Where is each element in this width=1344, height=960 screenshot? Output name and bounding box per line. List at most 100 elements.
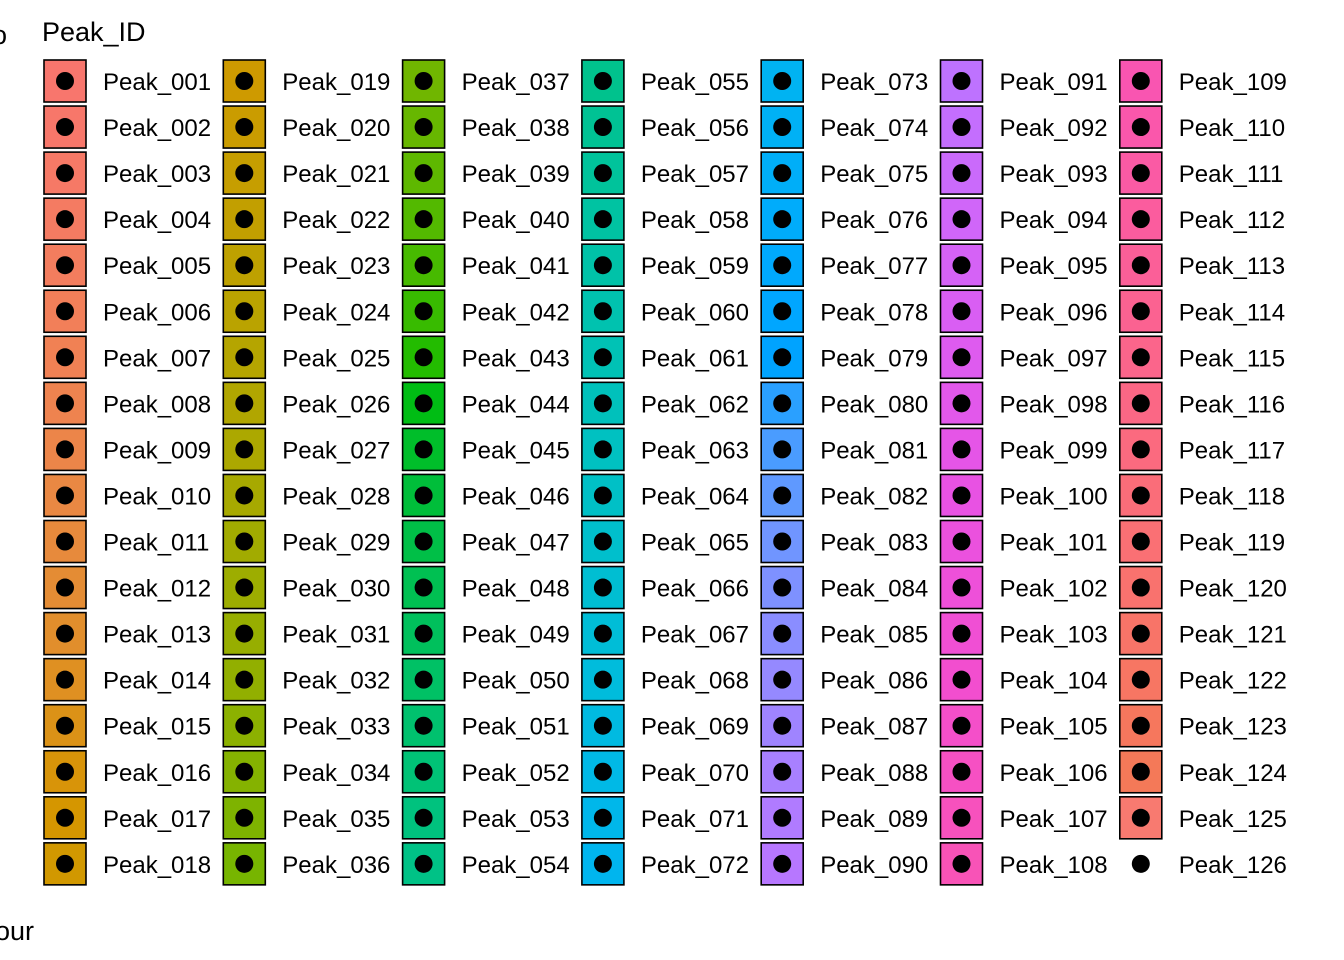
- legend-key-point: [414, 486, 433, 505]
- legend-key-point: [1131, 256, 1150, 275]
- legend-label: Peak_117: [1179, 437, 1285, 464]
- legend-key-point: [773, 624, 792, 643]
- legend-entry: Peak_049: [401, 611, 570, 656]
- legend-entry: Peak_068: [581, 657, 749, 702]
- legend-label: Peak_013: [103, 622, 211, 649]
- legend-key-point: [235, 72, 254, 90]
- legend-label: Peak_018: [103, 852, 211, 879]
- legend-key-point: [1131, 348, 1150, 367]
- legend-label: Peak_064: [641, 483, 749, 510]
- legend-label: Peak_012: [103, 576, 211, 603]
- legend-key-point: [1131, 118, 1150, 137]
- legend-entry: Peak_077: [760, 243, 928, 287]
- legend-key-point: [593, 394, 612, 413]
- legend-key-point: [56, 670, 74, 689]
- legend-key-point: [593, 118, 612, 137]
- legend-keys: Peak_001 Peak_002 Peak_003 Peak_004 Peak_005…: [43, 59, 1287, 886]
- legend-label: Peak_096: [1000, 299, 1108, 326]
- legend-entry: Peak_051: [401, 703, 570, 748]
- legend-entry: Peak_093: [939, 151, 1108, 195]
- legend-key-point: [773, 440, 792, 459]
- legend-key-point: [952, 854, 971, 873]
- legend-label: Peak_126: [1179, 852, 1287, 879]
- legend-key-point: [414, 808, 433, 827]
- legend-label: Peak_014: [103, 668, 211, 695]
- legend-key-point: [1131, 532, 1150, 551]
- legend-label: Peak_024: [282, 299, 390, 326]
- legend-key-point: [414, 854, 433, 873]
- legend-label: Peak_076: [820, 207, 928, 234]
- legend-entry: Peak_105: [939, 703, 1108, 748]
- legend-key-point: [593, 486, 612, 505]
- legend-entry: Peak_125: [1119, 795, 1287, 840]
- legend-label: Peak_028: [282, 483, 390, 510]
- legend-label: Peak_019: [282, 69, 390, 96]
- legend-entry: Peak_107: [939, 795, 1108, 840]
- legend-label: Peak_026: [282, 391, 390, 418]
- legend-label: Peak_004: [103, 207, 211, 234]
- legend-entry: Peak_010: [43, 473, 211, 518]
- legend-label: Peak_124: [1179, 760, 1287, 787]
- legend-entry: Peak_084: [760, 565, 928, 610]
- legend-label: Peak_011: [103, 530, 209, 557]
- legend-label: Peak_092: [1000, 115, 1108, 142]
- legend-entry: Peak_039: [401, 151, 570, 195]
- legend-key-point: [773, 164, 792, 183]
- legend-label: Peak_052: [462, 760, 570, 787]
- legend-entry: Peak_003: [43, 151, 211, 195]
- legend-key-point: [773, 72, 792, 90]
- legend-key-point: [1131, 486, 1150, 505]
- legend-label: Peak_114: [1179, 299, 1285, 326]
- legend-entry: Peak_120: [1119, 565, 1287, 610]
- legend-entry: Peak_081: [760, 427, 928, 472]
- legend-key-point: [593, 762, 612, 781]
- legend-label: Peak_020: [282, 115, 390, 142]
- legend-key-point: [56, 578, 74, 597]
- legend-key-point: [593, 532, 612, 551]
- legend-label: Peak_066: [641, 576, 749, 603]
- legend-label: Peak_106: [1000, 760, 1108, 787]
- legend-entry: Peak_014: [43, 657, 211, 702]
- legend-key-point: [952, 348, 971, 367]
- legend-entry: Peak_001: [43, 59, 211, 103]
- legend-entry: Peak_079: [760, 335, 928, 380]
- legend-key-point: [952, 624, 971, 643]
- legend-entry: Peak_126: [1131, 852, 1287, 879]
- legend-entry: Peak_073: [760, 59, 928, 103]
- legend-key-point: [56, 118, 74, 137]
- legend-label: Peak_023: [282, 253, 390, 280]
- legend-label: Peak_044: [462, 391, 570, 418]
- legend-key-point: [56, 716, 74, 735]
- legend-entry: Peak_013: [43, 611, 211, 656]
- legend-label: Peak_029: [282, 530, 390, 557]
- legend-key-point: [773, 118, 792, 137]
- legend-entry: Peak_033: [222, 703, 390, 748]
- legend-entry: Peak_053: [401, 795, 570, 840]
- legend-entry: Peak_061: [581, 335, 749, 380]
- legend-entry: Peak_040: [401, 197, 570, 241]
- legend-entry: Peak_064: [581, 473, 749, 518]
- legend-key-point: [235, 164, 254, 183]
- legend-label: Peak_065: [641, 530, 749, 557]
- legend-key-point: [593, 854, 612, 873]
- legend-label: Peak_121: [1179, 622, 1287, 649]
- legend-label: Peak_054: [462, 852, 570, 879]
- legend-label: Peak_036: [282, 852, 390, 879]
- legend-label: Peak_087: [820, 714, 928, 741]
- legend-key-point: [1131, 716, 1150, 735]
- legend-label: Peak_082: [820, 483, 928, 510]
- legend-entry: Peak_112: [1119, 197, 1285, 241]
- legend-label: Peak_099: [1000, 437, 1108, 464]
- legend-key-point: [593, 256, 612, 275]
- legend-key-point: [593, 716, 612, 735]
- legend-label: Peak_043: [462, 345, 570, 372]
- legend-entry: Peak_038: [401, 105, 570, 149]
- legend-label: Peak_120: [1179, 576, 1287, 603]
- legend-label: Peak_098: [1000, 391, 1108, 418]
- legend-label: Peak_015: [103, 714, 211, 741]
- legend-entry: Peak_090: [760, 842, 928, 886]
- legend-entry: Peak_070: [581, 749, 749, 794]
- legend-entry: Peak_065: [581, 519, 749, 564]
- legend-entry: Peak_102: [939, 565, 1108, 610]
- legend-key-point: [593, 578, 612, 597]
